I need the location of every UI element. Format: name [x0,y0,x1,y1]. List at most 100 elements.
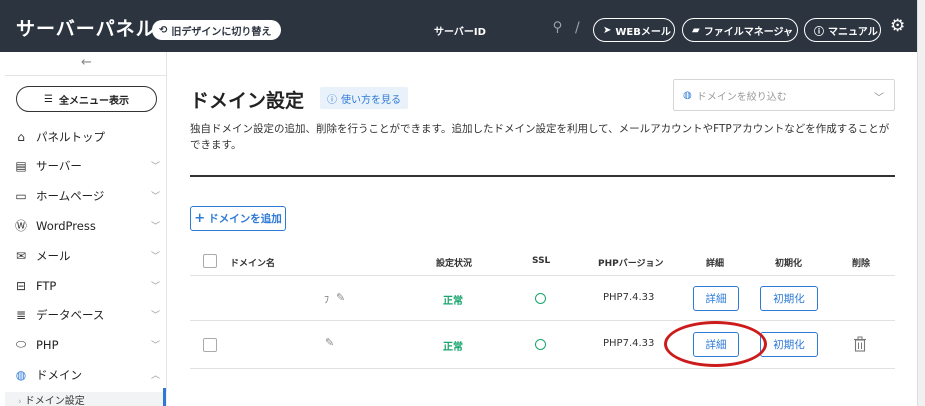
howto-label: 使い方を見る [341,94,401,106]
chevron-down-icon: ﹀ [150,162,160,172]
manual-label: マニュアル [828,26,878,38]
detail-button[interactable]: 詳細 [693,286,739,311]
database-icon: ≣ [15,307,27,322]
help-icon: ⓘ [327,94,337,106]
sidebar-item-database[interactable]: ≣ データベース ﹀ [5,300,167,329]
separator-slash: / [575,20,580,36]
sidebar-item-domain[interactable]: ◍ ドメイン ︿ [5,360,167,389]
sidebar-item-mail[interactable]: ✉ メール ﹀ [5,241,167,270]
home-icon: ⌂ [17,129,25,144]
page-title: ドメイン設定 [190,90,305,112]
chevron-down-icon: ﹀ [874,93,884,104]
column-header-php: PHPバージョン [598,259,664,269]
sidebar-item-label: データベース [36,307,105,322]
search-icon[interactable] [553,21,562,37]
column-header-init: 初期化 [775,259,803,269]
chevron-down-icon: ﹀ [150,311,160,321]
all-menu-label: 全メニュー表示 [58,95,129,107]
sidebar-item-label: WordPress [36,218,96,233]
column-header-ssl: SSL [532,256,551,266]
sidebar-item-homepage[interactable]: ▭ ホームページ ﹀ [5,181,167,210]
top-header: サーバーパネル ⟲ 旧デザインに切り替え サーバーID / ➤ WEBメール ▰… [0,0,917,52]
column-header-status: 設定状況 [436,259,473,269]
scrollbar[interactable] [917,0,925,406]
folder-icon: ▰ [692,24,700,36]
plus-icon: + [194,211,206,226]
column-header-detail: 詳細 [706,259,725,269]
page-description: 独自ドメイン設定の追加、削除を行うことができます。追加したドメイン設定を利用して… [190,123,890,151]
chevron-down-icon: ﹀ [150,192,160,202]
sidebar-item-panel-top[interactable]: ⌂ パネルトップ [5,122,167,151]
sidebar: ← ☰ 全メニュー表示 ⌂ パネルトップ ▤ サーバー ﹀ ▭ ホームページ ﹀… [5,52,167,406]
table-divider [190,368,895,369]
collapse-arrow-icon[interactable]: ← [81,55,92,70]
php-version-cell: PHP7.4.33 [603,338,655,349]
initialize-button[interactable]: 初期化 [760,286,818,311]
add-domain-label: ドメインを追加 [208,213,282,225]
sidebar-item-label: パネルトップ [36,129,105,144]
column-header-domain: ドメイン名 [230,259,276,269]
sidebar-item-label: FTP [36,278,57,293]
file-manager-label: ファイルマネージャ [703,26,794,38]
manual-button[interactable]: ⓘ マニュアル [804,18,881,42]
sidebar-item-php[interactable]: ⬭ PHP ﹀ [5,330,167,359]
ssl-ok-icon [535,293,546,304]
help-icon: ⓘ [814,26,824,38]
sidebar-item-server[interactable]: ▤ サーバー ﹀ [5,151,167,180]
column-header-delete: 削除 [852,259,871,269]
globe-icon: ◍ [683,89,692,101]
ssl-ok-icon [535,339,546,350]
domain-name-cell: ﾌ [324,295,329,306]
sidebar-item-wordpress[interactable]: Ⓦ WordPress ﹀ [5,211,167,240]
webmail-button[interactable]: ➤ WEBメール [593,18,675,42]
pencil-icon[interactable]: ✎ [336,291,345,304]
sidebar-subitem-label: ドメイン設定 [24,396,85,406]
chevron-down-icon: ﹀ [150,282,160,292]
php-icon: ⬭ [15,337,27,351]
sidebar-divider [5,75,167,76]
howto-button[interactable]: ⓘ 使い方を見る [320,87,408,109]
globe-icon: ◍ [15,367,27,382]
initialize-button[interactable]: 初期化 [760,332,818,357]
chevron-right-icon: › [18,397,22,406]
refresh-icon: ⟲ [159,24,168,36]
chevron-down-icon: ﹀ [150,252,160,262]
paper-plane-icon: ➤ [603,24,612,36]
domain-filter-placeholder: ドメインを絞り込む [696,91,787,103]
all-menu-button[interactable]: ☰ 全メニュー表示 [16,86,157,112]
status-cell: 正常 [443,296,463,307]
chevron-down-icon: ﹀ [150,222,160,232]
row-checkbox[interactable] [203,338,217,352]
window-icon: ▭ [15,188,27,203]
app-title: サーバーパネル [16,18,156,40]
gear-icon[interactable]: ⚙ [890,17,908,35]
file-manager-button[interactable]: ▰ ファイルマネージャ [682,18,798,42]
sidebar-item-label: PHP [36,337,59,352]
wordpress-icon: Ⓦ [14,219,27,233]
section-divider [190,175,895,177]
server-id-label: サーバーID [434,27,486,38]
sidebar-subitem-domain-settings[interactable]: › ドメイン設定 [5,392,167,406]
switch-design-label: 旧デザインに切り替え [171,26,272,38]
pencil-icon[interactable]: ✎ [325,336,334,349]
sidebar-item-label: ドメイン [36,367,82,382]
domain-filter-select[interactable]: ◍ ドメインを絞り込む ﹀ [673,79,895,111]
php-version-cell: PHP7.4.33 [603,292,655,303]
sidebar-item-ftp[interactable]: ⊟ FTP ﹀ [5,271,167,300]
table-divider [190,275,895,276]
switch-design-button[interactable]: ⟲ 旧デザインに切り替え [152,20,282,40]
select-all-checkbox[interactable] [203,254,217,268]
highlight-annotation [664,321,767,367]
trash-icon[interactable] [853,336,867,352]
sidebar-item-label: ホームページ [36,188,105,203]
server-icon: ▤ [15,158,27,173]
sidebar-item-label: サーバー [36,158,82,173]
webmail-label: WEBメール [615,26,671,38]
status-cell: 正常 [443,342,463,353]
sidebar-item-label: メール [36,248,71,263]
active-indicator [163,388,166,406]
hamburger-icon: ☰ [44,93,53,105]
add-domain-button[interactable]: + ドメインを追加 [190,206,286,231]
chevron-up-icon: ︿ [150,371,160,381]
ftp-icon: ⊟ [15,278,27,293]
